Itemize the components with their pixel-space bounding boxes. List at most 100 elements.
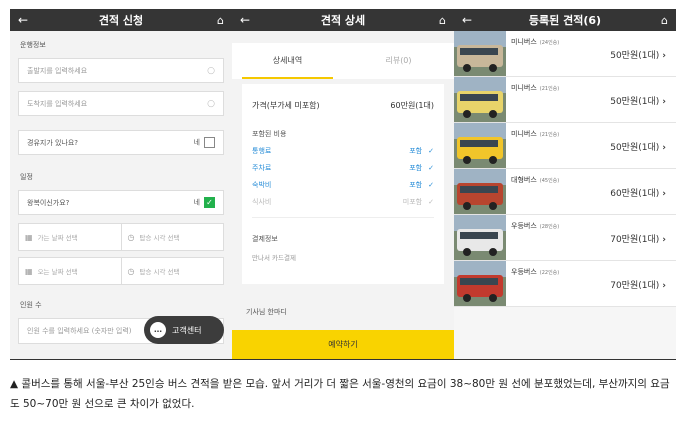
price-label: 가격(부가세 미포함) — [252, 101, 320, 110]
bus-quote-item[interactable]: 미니버스 (21인승) 50만원(1대) › — [454, 123, 676, 169]
bus-name: 미니버스 (21인승) — [511, 83, 670, 93]
cost-row: 숙박비 포함 ✓ — [252, 180, 434, 190]
cost-name: 주차료 — [252, 164, 272, 172]
bus-photo — [454, 215, 506, 260]
payment-label: 결제정보 — [252, 235, 278, 243]
bus-photo — [454, 31, 506, 76]
cost-status: 포함 ✓ — [409, 146, 434, 156]
top-bar: ← 견적 신청 ⌂ — [10, 9, 232, 31]
price-row: 가격(부가세 미포함) 60만원(1대) — [252, 100, 434, 111]
app-screens: ← 견적 신청 ⌂ 운행정보 출발지를 입력하세요 ○ 도착지를 입력하세요 ○… — [10, 9, 676, 359]
back-arrow-icon[interactable]: ← — [462, 13, 480, 27]
cost-name: 숙박비 — [252, 181, 272, 189]
search-icon: ○ — [207, 98, 215, 109]
back-arrow-icon[interactable]: ← — [18, 13, 36, 27]
clock-icon: ◷ — [127, 266, 135, 276]
return-time-picker[interactable]: ◷ 탑승 시각 선택 — [121, 257, 224, 285]
payment-value: 만나서 카드결제 — [252, 254, 296, 262]
detail-tabs: 상세내역 리뷰(0) — [232, 43, 454, 79]
return-date-placeholder: 오는 날짜 선택 — [37, 268, 78, 276]
bus-seats: (24인승) — [539, 40, 560, 46]
bus-price: 70만원(1대) › — [610, 232, 666, 245]
calendar-icon: ▦ — [25, 266, 33, 276]
bus-quote-item[interactable]: 우등버스 (22인승) 70만원(1대) › — [454, 261, 676, 307]
price-value: 60만원(1대) — [390, 101, 434, 110]
waypoint-question: 경유지가 있나요? — [27, 138, 79, 147]
people-section-label: 인원 수 — [20, 301, 42, 309]
bus-type: 미니버스 — [511, 84, 537, 92]
bus-quote-item[interactable]: 대형버스 (45인승) 60만원(1대) › — [454, 169, 676, 215]
chevron-right-icon: › — [662, 97, 666, 107]
roundtrip-checkbox-checked[interactable]: ✓ — [204, 197, 215, 208]
customer-center-button[interactable]: … 고객센터 — [144, 316, 224, 344]
go-time-picker[interactable]: ◷ 탑승 시각 선택 — [121, 223, 224, 251]
bus-name: 우등버스 (28인승) — [511, 221, 670, 231]
bus-type: 미니버스 — [511, 38, 537, 46]
included-costs-label: 포함된 비용 — [252, 130, 287, 138]
tab-review[interactable]: 리뷰(0) — [343, 43, 454, 79]
chat-bubble-icon: … — [150, 322, 166, 338]
departure-placeholder: 출발지를 입력하세요 — [27, 66, 88, 75]
divider — [252, 217, 434, 218]
home-icon[interactable]: ⌂ — [650, 14, 668, 27]
waypoint-answer: 네 — [193, 138, 200, 147]
chevron-right-icon: › — [662, 235, 666, 245]
bus-quote-item[interactable]: 우등버스 (28인승) 70만원(1대) › — [454, 215, 676, 261]
departure-input[interactable]: 출발지를 입력하세요 ○ — [18, 58, 224, 83]
return-date-picker[interactable]: ▦ 오는 날짜 선택 — [18, 257, 122, 285]
bus-seats: (28인승) — [539, 224, 560, 230]
check-icon: ✓ — [428, 147, 434, 155]
bus-price: 70만원(1대) › — [610, 278, 666, 291]
registered-quotes-screen: ← 등록된 견적(6) ⌂ 미니버스 (24인승) 50만원(1대) › 미니버스 (21… — [454, 9, 676, 359]
check-icon: ✓ — [428, 164, 434, 172]
bus-type: 우등버스 — [511, 268, 537, 276]
bus-type: 대형버스 — [511, 176, 537, 184]
reserve-button[interactable]: 예약하기 — [232, 330, 454, 359]
people-placeholder: 인원 수를 입력하세요 (숫자만 입력) — [27, 327, 132, 335]
chevron-right-icon: › — [662, 189, 666, 199]
return-schedule-row: ▦ 오는 날짜 선택 ◷ 탑승 시각 선택 — [18, 257, 224, 285]
search-icon: ○ — [207, 65, 215, 76]
driver-comment-label: 기사님 한마디 — [246, 308, 287, 316]
home-icon[interactable]: ⌂ — [428, 14, 446, 27]
bus-price-value: 50만원(1대) — [610, 143, 660, 153]
bus-seats: (21인승) — [539, 132, 560, 138]
bus-price-value: 50만원(1대) — [610, 51, 660, 61]
bus-photo — [454, 123, 506, 168]
chevron-right-icon: › — [662, 51, 666, 61]
return-time-placeholder: 탑승 시각 선택 — [139, 268, 180, 276]
bus-photo — [454, 261, 506, 306]
bus-seats: (22인승) — [539, 270, 560, 276]
tab-detail[interactable]: 상세내역 — [232, 43, 343, 79]
bus-name: 미니버스 (21인승) — [511, 129, 670, 139]
check-icon: ✓ — [428, 198, 434, 206]
check-icon: ✓ — [428, 181, 434, 189]
route-section-label: 운행정보 — [20, 41, 46, 49]
page-title: 견적 상세 — [320, 14, 366, 27]
page-title: 견적 신청 — [98, 14, 144, 27]
top-bar: ← 등록된 견적(6) ⌂ — [454, 9, 676, 31]
go-date-picker[interactable]: ▦ 가는 날짜 선택 — [18, 223, 122, 251]
cost-status-text: 포함 — [409, 147, 423, 155]
back-arrow-icon[interactable]: ← — [240, 13, 258, 27]
cost-status: 미포함 ✓ — [403, 197, 434, 207]
bus-type: 우등버스 — [511, 222, 537, 230]
bus-quote-item[interactable]: 미니버스 (24인승) 50만원(1대) › — [454, 31, 676, 77]
home-icon[interactable]: ⌂ — [206, 14, 224, 27]
bus-price-value: 50만원(1대) — [610, 97, 660, 107]
bus-quote-item[interactable]: 미니버스 (21인승) 50만원(1대) › — [454, 77, 676, 123]
waypoint-toggle[interactable]: 경유지가 있나요? 네 — [18, 130, 224, 155]
arrival-input[interactable]: 도착지를 입력하세요 ○ — [18, 91, 224, 116]
cost-status-text: 미포함 — [402, 198, 423, 206]
bus-price-value: 60만원(1대) — [610, 189, 660, 199]
cost-status-text: 포함 — [409, 164, 423, 172]
bus-seats: (45인승) — [539, 178, 560, 184]
cost-name: 통행료 — [252, 147, 272, 155]
bus-price: 50만원(1대) › — [610, 94, 666, 107]
bus-type: 미니버스 — [511, 130, 537, 138]
bus-price-value: 70만원(1대) — [610, 281, 660, 291]
bus-price: 50만원(1대) › — [610, 140, 666, 153]
cost-status: 포함 ✓ — [409, 180, 434, 190]
waypoint-checkbox[interactable] — [204, 137, 215, 148]
roundtrip-toggle[interactable]: 왕복이신가요? 네 ✓ — [18, 190, 224, 215]
